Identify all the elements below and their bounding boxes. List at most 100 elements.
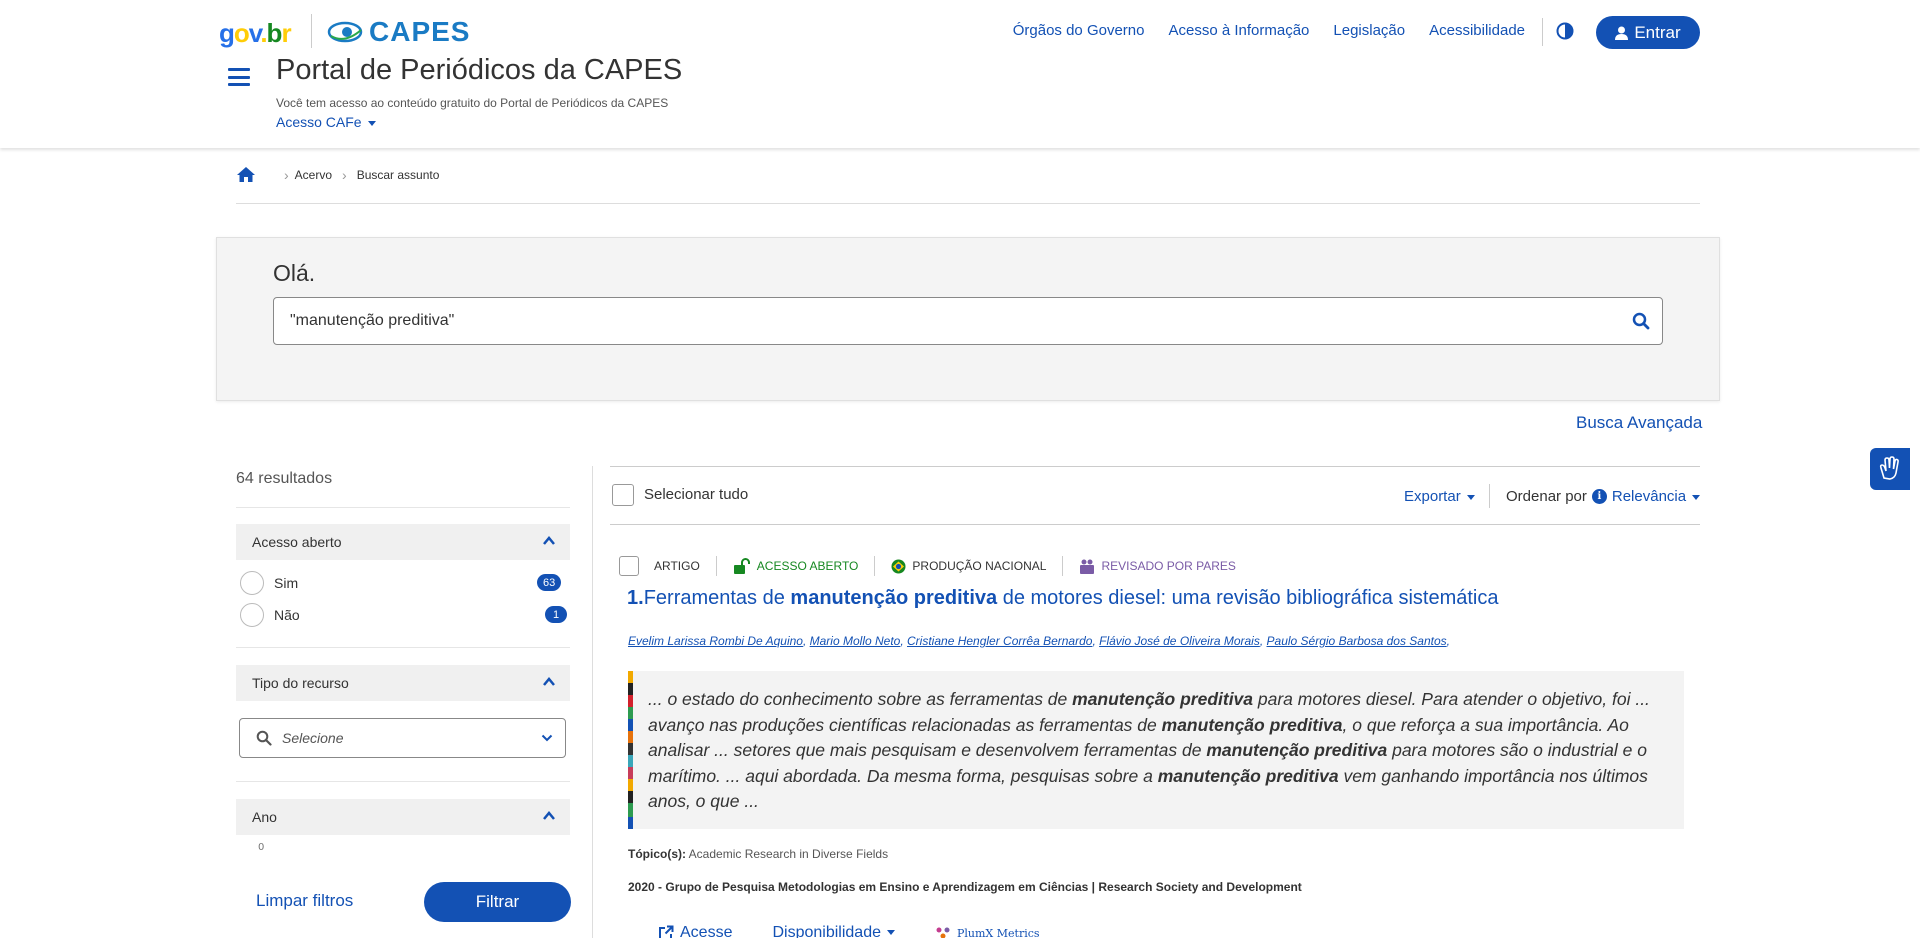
chevron-up-icon [543, 536, 555, 545]
page-subtitle: Você tem acesso ao conteúdo gratuito do … [276, 96, 669, 110]
radio-sim[interactable] [240, 571, 264, 595]
tag-type: ARTIGO [654, 559, 700, 573]
export-dropdown[interactable]: Exportar [1404, 488, 1475, 505]
home-icon[interactable] [236, 166, 256, 183]
chevron-right-icon: › [342, 166, 347, 183]
select-all-checkbox[interactable] [612, 484, 634, 506]
count-badge: 63 [537, 574, 562, 591]
availability-dropdown[interactable]: Disponibilidade [772, 924, 895, 938]
caret-down-icon [1466, 494, 1475, 500]
author-link[interactable]: Paulo Sérgio Barbosa dos Santos [1267, 634, 1447, 648]
option-label: Não [274, 607, 300, 623]
caret-down-icon [1692, 494, 1701, 500]
author-link[interactable]: Mario Mollo Neto [810, 634, 901, 648]
govbr-logo[interactable]: gov.br [219, 18, 292, 49]
search-input[interactable]: "manutenção preditiva" [273, 297, 1663, 345]
search-panel: Olá. "manutenção preditiva" [216, 237, 1720, 401]
result-publication-info: 2020 - Grupo de Pesquisa Metodologias em… [628, 880, 1302, 894]
breadcrumb-acervo[interactable]: Acervo [295, 168, 332, 182]
chevron-down-icon [541, 734, 553, 742]
divider [236, 781, 570, 782]
option-label: Sim [274, 575, 299, 591]
nav-link-orgaos[interactable]: Órgãos do Governo [1013, 22, 1145, 39]
facet-title: Ano [252, 809, 277, 825]
unlock-icon [733, 558, 750, 574]
select-all-label[interactable]: Selecionar tudo [644, 486, 748, 503]
year-option-peek: 0 [258, 842, 265, 853]
sort-label: Ordenar por [1506, 488, 1587, 505]
chevron-up-icon [543, 811, 555, 820]
toolbar-divider [1489, 484, 1490, 508]
result-abstract: ... o estado do conhecimento sobre as fe… [628, 671, 1684, 829]
external-link-icon [659, 925, 674, 938]
brazil-flag-icon [891, 559, 906, 573]
author-link[interactable]: Evelim Larissa Rombi De Aquino [628, 634, 803, 648]
facet-title: Acesso aberto [252, 534, 342, 550]
search-icon [256, 730, 272, 746]
nav-link-acesso-informacao[interactable]: Acesso à Informação [1168, 22, 1309, 39]
plumx-metrics-link[interactable]: PlumX Metrics [935, 926, 1040, 938]
search-query-text: "manutenção preditiva" [290, 312, 455, 329]
menu-icon[interactable] [228, 68, 250, 86]
divider [610, 466, 1700, 467]
contrast-icon[interactable] [1556, 22, 1574, 40]
results-count: 64 resultados [236, 470, 333, 487]
greeting: Olá. [273, 260, 316, 286]
resource-type-select[interactable]: Selecione [239, 718, 566, 758]
cafe-access-dropdown[interactable]: Acesso CAFe [276, 114, 376, 130]
site-header: gov.br CAPES Órgãos do Governo Acesso à … [0, 0, 1920, 148]
count-badge: 1 [545, 606, 567, 623]
capes-eye-icon [327, 21, 363, 43]
result-topics: Tópico(s): Academic Research in Diverse … [628, 847, 889, 861]
caret-down-icon [886, 930, 895, 936]
nav-divider [1542, 18, 1543, 46]
divider [236, 647, 570, 648]
plumx-icon [936, 927, 950, 938]
result-title-link[interactable]: 1.Ferramentas de manutenção preditiva de… [627, 587, 1498, 610]
peer-review-icon [1080, 559, 1095, 574]
decorative-color-strip [628, 671, 633, 829]
facet-title: Tipo do recurso [252, 675, 349, 691]
page-title: Portal de Periódicos da CAPES [276, 54, 683, 86]
tag-national: PRODUÇÃO NACIONAL [874, 556, 1062, 576]
facet-option-nao[interactable]: Não [240, 603, 300, 627]
clear-filters-button[interactable]: Limpar filtros [256, 891, 353, 911]
sort-control: Ordenar por i Relevância [1506, 488, 1701, 505]
result-number: 1. [627, 587, 644, 609]
author-link[interactable]: Cristiane Hengler Corrêa Bernardo [907, 634, 1092, 648]
divider [236, 507, 570, 508]
select-placeholder: Selecione [282, 730, 344, 746]
sort-dropdown[interactable]: Relevância [1612, 488, 1701, 505]
chevron-up-icon [543, 677, 555, 686]
user-icon [1615, 26, 1629, 40]
info-icon[interactable]: i [1591, 489, 1607, 504]
breadcrumb: › Acervo › Buscar assunto [236, 166, 439, 183]
facet-option-sim[interactable]: Sim [240, 571, 298, 595]
nav-link-acessibilidade[interactable]: Acessibilidade [1429, 22, 1525, 39]
top-nav: Órgãos do Governo Acesso à Informação Le… [1013, 22, 1525, 39]
logo-divider [311, 14, 312, 48]
advanced-search-link[interactable]: Busca Avançada [1576, 413, 1702, 433]
sign-language-icon[interactable] [1870, 448, 1910, 490]
facet-header-tipo-recurso[interactable]: Tipo do recurso [236, 665, 570, 701]
filter-button[interactable]: Filtrar [424, 882, 571, 922]
result-actions: Acesse Disponibilidade PlumX Metrics [658, 924, 1040, 938]
tag-open-access: ACESSO ABERTO [715, 556, 875, 576]
breadcrumb-current: Buscar assunto [356, 167, 440, 182]
tag-peer-review: REVISADO POR PARES [1062, 556, 1251, 576]
column-divider [592, 466, 593, 938]
nav-link-legislacao[interactable]: Legislação [1333, 22, 1405, 39]
facet-header-ano[interactable]: Ano [236, 799, 570, 835]
author-link[interactable]: Flávio José de Oliveira Morais [1099, 634, 1260, 648]
divider [236, 203, 1700, 204]
result-tags: ARTIGO ACESSO ABERTO PRODUÇÃO NACIONAL R… [622, 556, 1252, 576]
result-authors: Evelim Larissa Rombi De Aquino, Mario Mo… [628, 634, 1450, 648]
search-icon[interactable] [1632, 312, 1650, 330]
capes-logo[interactable]: CAPES [327, 16, 470, 48]
access-link[interactable]: Acesse [658, 924, 732, 938]
login-label: Entrar [1634, 22, 1681, 42]
caret-down-icon [367, 120, 376, 126]
facet-header-acesso-aberto[interactable]: Acesso aberto [236, 524, 570, 560]
login-button[interactable]: Entrar [1596, 16, 1700, 49]
radio-nao[interactable] [240, 603, 264, 627]
